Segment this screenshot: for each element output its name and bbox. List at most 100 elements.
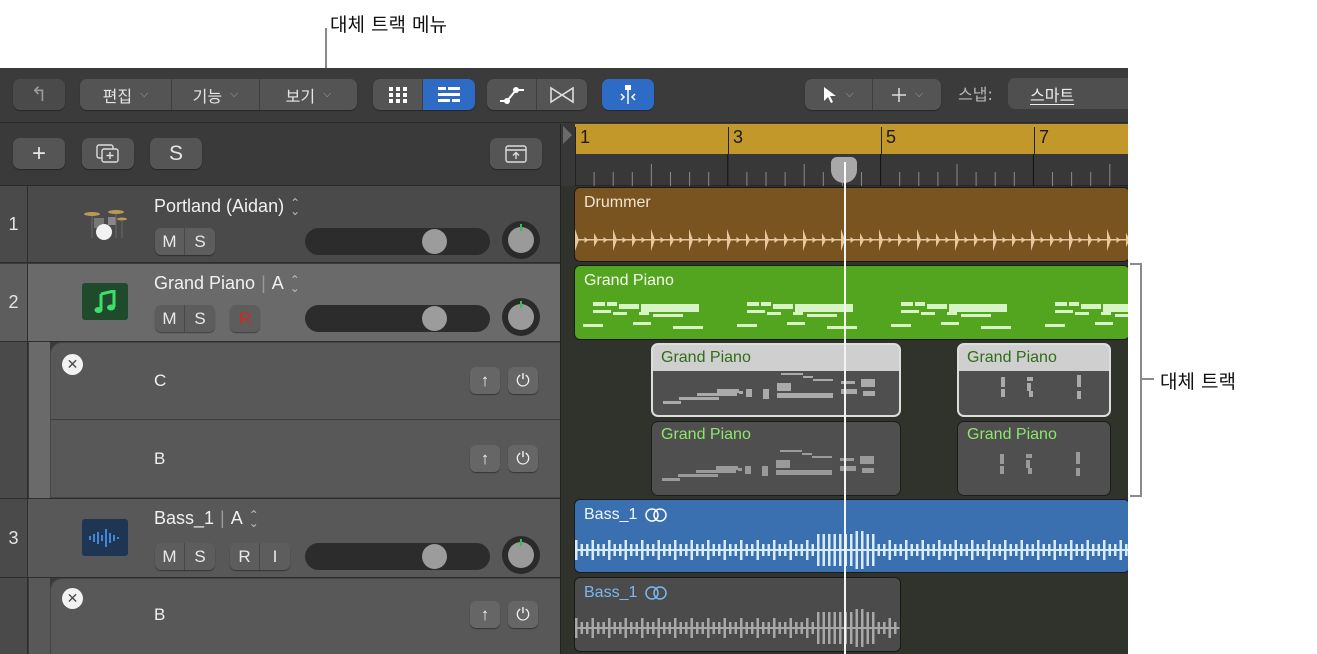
take-tracks-bracket-top xyxy=(1130,263,1142,265)
volume-fader[interactable] xyxy=(305,228,490,255)
automation-icon xyxy=(499,86,524,104)
volume-fader[interactable] xyxy=(305,305,490,332)
volume-fader[interactable] xyxy=(305,543,490,570)
region-title: Grand Piano xyxy=(661,426,751,443)
take-power-button[interactable]: ⏻ xyxy=(508,445,538,472)
region-title: Drummer xyxy=(584,194,651,211)
region-title: Bass_1 xyxy=(584,584,668,602)
grid-view-button[interactable] xyxy=(373,79,423,110)
solo-button[interactable]: S xyxy=(185,543,215,570)
arrow-up-icon: ↑ xyxy=(480,370,490,390)
duplicate-track-icon xyxy=(96,143,119,163)
chevron-down-icon: ⌵ xyxy=(914,88,924,100)
take-menu-icon[interactable]: ⌃ ⌄ xyxy=(249,509,259,529)
ruler-bar[interactable]: 1 3 5 7 xyxy=(575,124,1128,154)
playhead-line[interactable] xyxy=(844,158,846,654)
track-name[interactable]: Bass_1 | A ⌃ ⌄ xyxy=(154,508,259,529)
record-group: R xyxy=(230,305,260,332)
take-row-b[interactable]: ✕ B ↑ ⏻ xyxy=(51,579,561,654)
pointer-tool-menu[interactable]: ⌵ xyxy=(805,79,873,110)
track-name[interactable]: Grand Piano | A ⌃ ⌄ xyxy=(154,273,300,294)
pan-knob[interactable] xyxy=(502,221,540,259)
active-take-letter: A xyxy=(271,273,284,293)
automation-button[interactable] xyxy=(487,79,537,110)
separator: | xyxy=(261,273,266,293)
logic-pro-window: ↰ 편집 ⌵ 기능 ⌵ 보기 ⌵ ⌵ ⌵ 스냅: 스마트 + S 1 Portl… xyxy=(0,68,1128,654)
track-name[interactable]: Portland (Aidan) ⌃ ⌄ xyxy=(154,196,300,217)
mute-button[interactable]: M xyxy=(155,305,185,332)
track-name-text: Bass_1 xyxy=(154,508,215,528)
take-b-region-1[interactable]: Grand Piano xyxy=(651,421,901,496)
close-take-icon[interactable]: ✕ xyxy=(62,588,83,609)
track-name-text: Grand Piano xyxy=(154,273,256,293)
track-2[interactable]: 2 Grand Piano | A ⌃ ⌄ M S R xyxy=(0,264,560,342)
take-menu-icon[interactable]: ⌃ ⌄ xyxy=(290,197,300,217)
functions-menu-label: 기능 xyxy=(192,88,223,106)
mute-button[interactable]: M xyxy=(155,543,185,570)
pan-knob[interactable] xyxy=(502,298,540,336)
toolbar: ↰ 편집 ⌵ 기능 ⌵ 보기 ⌵ ⌵ ⌵ 스냅: 스마트 xyxy=(0,68,1128,123)
track-name-text: Portland (Aidan) xyxy=(154,196,285,216)
volume-fader-thumb[interactable] xyxy=(422,544,447,569)
drummer-region[interactable]: Drummer xyxy=(574,187,1128,262)
functions-menu[interactable]: 기능 ⌵ xyxy=(172,79,260,110)
take-c-region-1[interactable]: Grand Piano xyxy=(651,343,901,417)
duplicate-track-button[interactable] xyxy=(82,138,134,169)
record-enable-button[interactable]: R xyxy=(230,305,260,332)
power-icon: ⏻ xyxy=(516,448,530,468)
pan-knob[interactable] xyxy=(502,536,540,574)
upload-button[interactable] xyxy=(490,138,542,169)
solo-button[interactable]: S xyxy=(185,228,215,255)
list-view-button[interactable] xyxy=(423,79,475,110)
track-3[interactable]: 3 Bass_1 | A ⌃ ⌄ M S R I xyxy=(0,498,560,578)
take-menu-icon[interactable]: ⌃ ⌄ xyxy=(290,274,300,294)
audio-waveform xyxy=(575,609,900,647)
track-header-toolbar: + S xyxy=(0,124,560,186)
take-c-region-2[interactable]: Grand Piano xyxy=(957,343,1111,417)
close-take-icon[interactable]: ✕ xyxy=(62,354,83,375)
take-row-c[interactable]: ✕ C ↑ ⏻ xyxy=(51,343,561,420)
flex-button[interactable] xyxy=(537,79,587,110)
volume-fader-thumb[interactable] xyxy=(422,306,447,331)
region-title-text: Bass_1 xyxy=(584,506,638,523)
bar-number: 5 xyxy=(881,127,896,154)
midi-notes xyxy=(959,371,1109,415)
volume-fader-thumb[interactable] xyxy=(422,229,447,254)
take-power-button[interactable]: ⏻ xyxy=(508,367,538,394)
secondary-tool-menu[interactable]: ⌵ xyxy=(873,79,941,110)
track-number: 1 xyxy=(0,186,28,262)
bass-region[interactable]: Bass_1 xyxy=(574,499,1128,573)
catch-playhead-button[interactable]: ↰ xyxy=(13,79,65,110)
edit-menu[interactable]: 편집 ⌵ xyxy=(80,79,172,110)
add-track-button[interactable]: + xyxy=(13,138,65,169)
input-monitor-button[interactable]: I xyxy=(260,543,290,570)
track-3-take-gutter xyxy=(0,578,28,654)
take-tracks-bracket-bottom xyxy=(1130,495,1142,497)
mute-button[interactable]: M xyxy=(155,228,185,255)
record-enable-button[interactable]: R xyxy=(230,543,260,570)
take-b-region-2[interactable]: Grand Piano xyxy=(957,421,1111,496)
loop-link-icon xyxy=(645,586,668,600)
region-title: Grand Piano xyxy=(967,349,1057,366)
snap-guides-button[interactable] xyxy=(602,79,654,110)
active-take-letter: A xyxy=(230,508,243,528)
catch-playhead-icon: ↰ xyxy=(30,84,48,106)
solo-button[interactable]: S xyxy=(185,305,215,332)
track-1[interactable]: 1 Portland (Aidan) ⌃ ⌄ M S xyxy=(0,186,560,263)
global-solo-button[interactable]: S xyxy=(150,138,202,169)
snap-value-dropdown[interactable]: 스마트 xyxy=(1008,78,1128,109)
promote-take-button[interactable]: ↑ xyxy=(470,445,500,472)
arrow-up-icon: ↑ xyxy=(480,448,490,468)
take-row-b[interactable]: B ↑ ⏻ xyxy=(51,421,561,499)
track-number: 3 xyxy=(0,499,28,577)
bar-number: 1 xyxy=(575,127,590,154)
bass-take-b-region[interactable]: Bass_1 xyxy=(574,577,901,652)
view-menu-label: 보기 xyxy=(285,88,316,106)
promote-take-button[interactable]: ↑ xyxy=(470,367,500,394)
promote-take-button[interactable]: ↑ xyxy=(470,601,500,628)
take-power-button[interactable]: ⏻ xyxy=(508,601,538,628)
crosshair-icon xyxy=(891,87,906,102)
playhead-handle-line xyxy=(844,162,846,184)
view-menu[interactable]: 보기 ⌵ xyxy=(260,79,357,110)
grand-piano-region[interactable]: Grand Piano xyxy=(574,265,1128,340)
